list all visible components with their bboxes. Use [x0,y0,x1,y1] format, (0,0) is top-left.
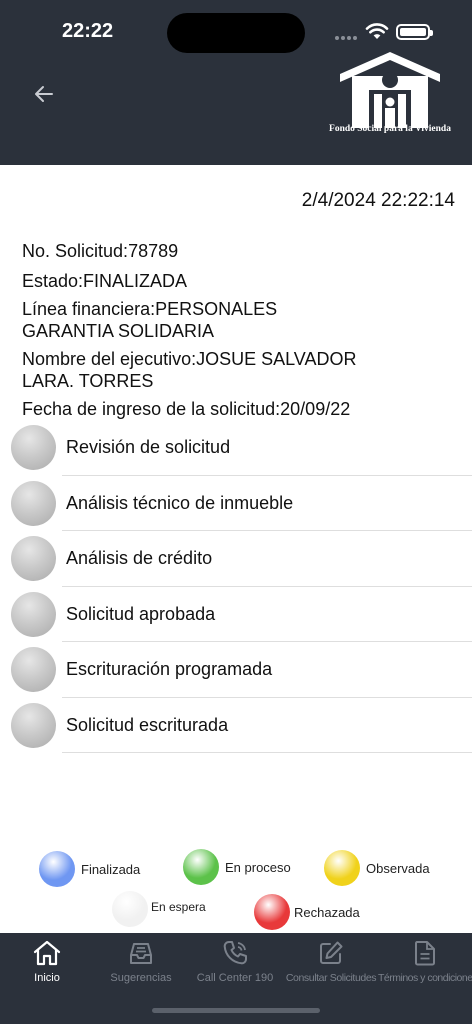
step-label: Revisión de solicitud [66,437,231,457]
field-label: No. Solicitud: [22,241,129,261]
step-item: Análisis de crédito [0,531,472,587]
legend-rechazada: Rechazada [254,894,360,930]
back-arrow-icon[interactable] [30,82,58,106]
step-item: Solicitud escriturada [0,698,472,753]
tab-label: Call Center 190 [196,972,274,984]
field-value: 20/09/22 [280,399,351,419]
field-label: Fecha de ingreso de la solicitud: [22,399,281,419]
tab-inicio[interactable]: Inicio [0,933,94,993]
field-value: 78789 [128,241,179,261]
edit-icon [320,941,343,964]
legend-label: Rechazada [294,904,360,920]
tab-terminos[interactable]: Términos y condiciones [378,933,472,993]
divider [62,752,472,753]
tab-label: Sugerencias [110,972,172,984]
status-time: 22:22 [62,20,114,42]
battery-icon [396,24,433,40]
step-item: Solicitud aprobada [0,587,472,642]
legend-dot [112,891,148,927]
app-header: 22:22 Fondo Social para la Vivienda [0,0,472,165]
step-status-indicator [11,647,56,692]
step-label: Análisis técnico de inmueble [66,492,294,513]
field-label: Estado: [22,271,84,291]
legend-en-proceso: En proceso [183,849,291,885]
logo-text: Fondo Social para la Vivienda [329,124,451,134]
step-item: Análisis técnico de inmueble [0,476,472,531]
field-value: FINALIZADA [83,271,188,291]
legend-dot [254,894,290,930]
legend-finalizada: Finalizada [39,851,140,887]
tab-label: Consultar Solicitudes [285,972,377,984]
executive-name: Nombre del ejecutivo:JOSUE SALVADOR LARA… [22,348,382,392]
progress-steps: Revisión de solicitud Análisis técnico d… [0,420,472,753]
step-status-indicator [11,480,56,526]
step-item: Revisión de solicitud [0,420,472,476]
step-status-indicator [11,425,56,470]
document-icon [415,941,435,966]
field-label: Nombre del ejecutivo: [22,349,197,369]
legend-dot [183,849,219,885]
legend-label: En espera [151,900,206,914]
home-icon [33,940,61,966]
legend-label: Finalizada [81,861,141,877]
legend-dot [324,850,360,886]
step-label: Solicitud escriturada [66,714,229,735]
submission-date: Fecha de ingreso de la solicitud:20/09/2… [22,398,452,420]
home-indicator [152,1008,320,1013]
tab-call-center[interactable]: Call Center 190 [188,933,282,993]
phone-icon [223,941,247,965]
legend-observada: Observada [324,850,430,886]
tab-consultar-solicitudes[interactable]: Consultar Solicitudes [284,933,378,993]
cellular-signal-icon [335,36,357,40]
tab-label: Inicio [34,972,60,984]
request-status: Estado:FINALIZADA [22,270,452,292]
financial-line: Línea financiera:PERSONALES GARANTIA SOL… [22,298,322,342]
step-label: Análisis de crédito [66,548,213,568]
step-item: Escrituración programada [0,642,472,698]
dynamic-island [167,13,305,53]
wifi-icon [365,23,389,39]
legend-en-espera: En espera [112,891,206,927]
legend-label: Observada [366,860,430,876]
step-label: Solicitud aprobada [66,603,216,624]
legend-dot [39,851,75,887]
inbox-icon [130,943,152,964]
legend-label: En proceso [225,859,291,875]
request-number: No. Solicitud:78789 [22,240,452,262]
step-label: Escrituración programada [66,659,273,679]
step-status-indicator [11,591,56,637]
field-label: Línea financiera: [22,299,156,319]
tab-sugerencias[interactable]: Sugerencias [94,933,188,993]
tab-label: Términos y condiciones [378,972,472,984]
step-status-indicator [11,702,56,748]
step-status-indicator [11,536,56,581]
current-datetime: 2/4/2024 22:22:14 [301,190,455,211]
